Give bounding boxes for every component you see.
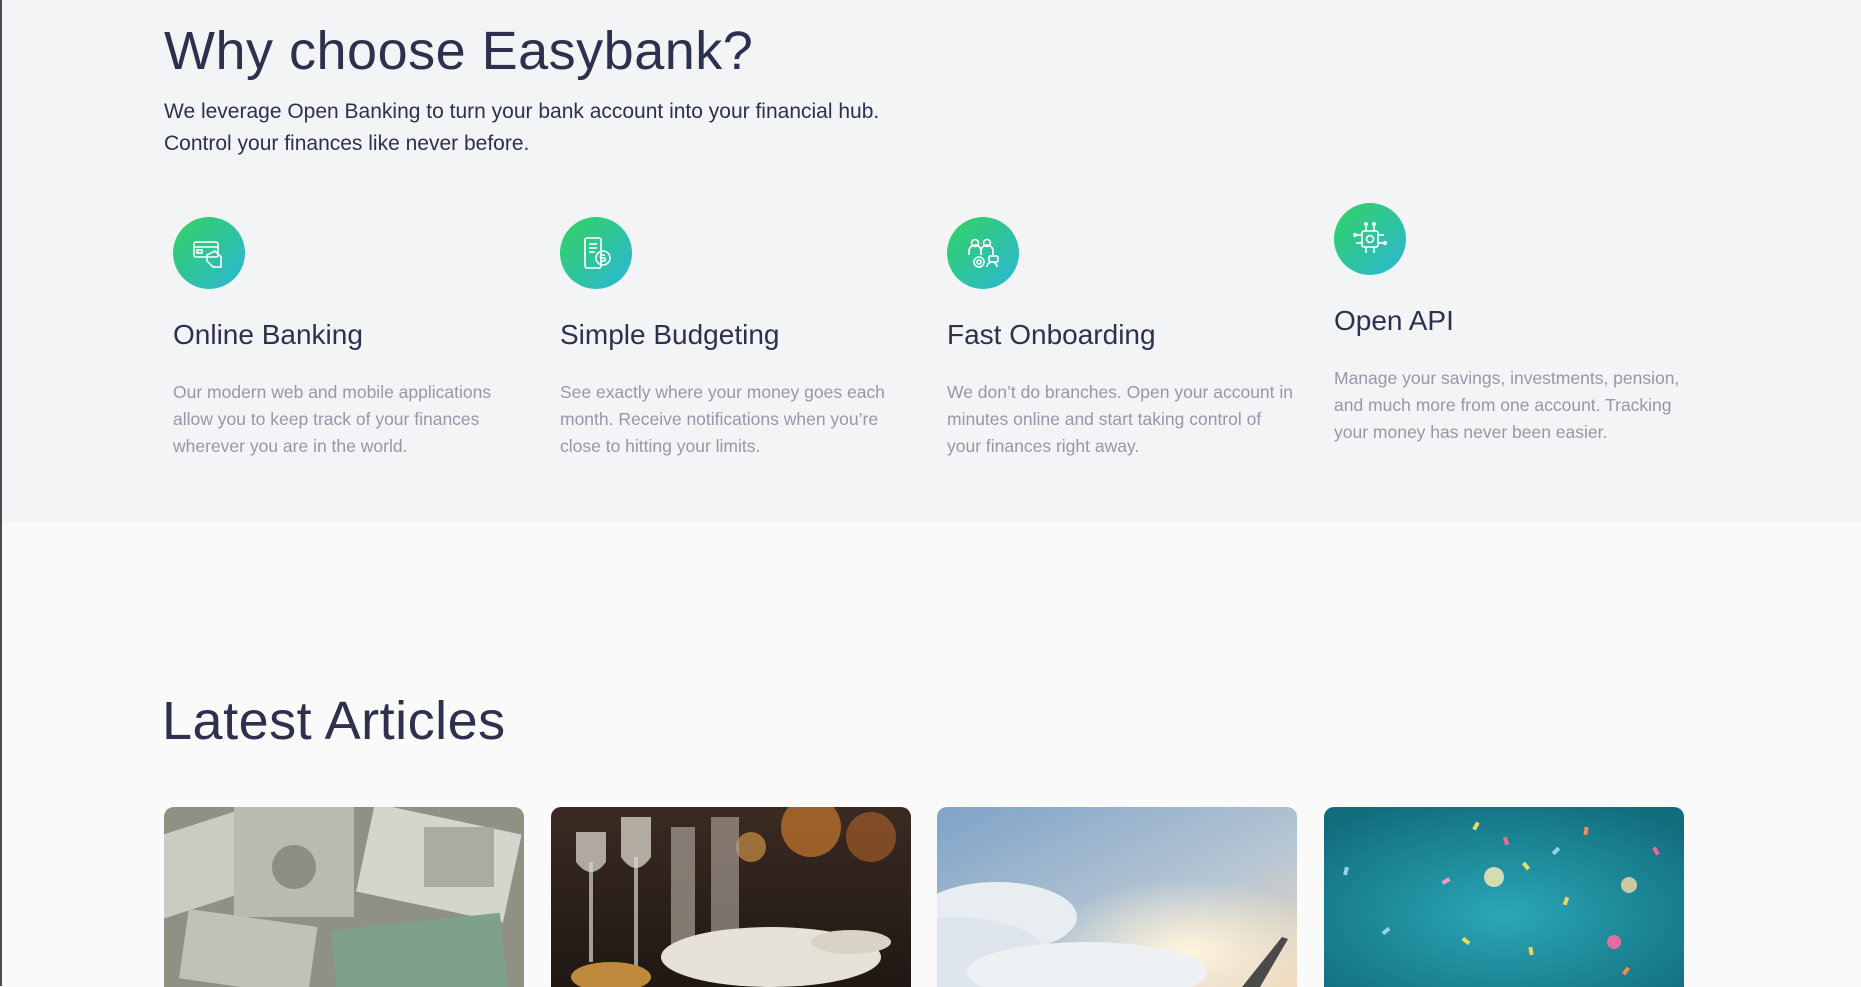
restaurant-image bbox=[551, 807, 911, 987]
article-card-confetti[interactable] bbox=[1324, 807, 1684, 987]
feature-description: Our modern web and mobile applications a… bbox=[173, 382, 492, 456]
currency-image bbox=[164, 807, 524, 987]
feature-description: We don’t do branches. Open your account … bbox=[947, 382, 1294, 456]
feature-title: Online Banking bbox=[173, 319, 363, 350]
fast-onboarding-icon bbox=[947, 217, 1019, 289]
intro-line-2: Control your finances like never before. bbox=[164, 132, 530, 155]
latest-articles-title: Latest Articles bbox=[162, 691, 506, 751]
open-api-icon bbox=[1334, 203, 1406, 275]
online-banking-icon bbox=[173, 217, 245, 289]
simple-budgeting-icon bbox=[560, 217, 632, 289]
feature-description: See exactly where your money goes each m… bbox=[560, 382, 885, 456]
feature-description: Manage your savings, investments, pensio… bbox=[1334, 368, 1680, 442]
feature-open-api: Open API Manage your savings, investment… bbox=[1334, 203, 1694, 446]
feature-title: Open API bbox=[1334, 305, 1454, 336]
intro-line-1: We leverage Open Banking to turn your ba… bbox=[164, 100, 880, 123]
section-intro: We leverage Open Banking to turn your ba… bbox=[164, 96, 964, 160]
article-card-currency[interactable] bbox=[164, 807, 524, 987]
confetti-image bbox=[1324, 807, 1684, 987]
plane-image bbox=[937, 807, 1297, 987]
why-choose-section: Why choose Easybank? We leverage Open Ba… bbox=[2, 0, 1861, 522]
article-card-restaurant[interactable] bbox=[551, 807, 911, 987]
feature-online-banking: Online Banking Our modern web and mobile… bbox=[173, 217, 533, 460]
feature-simple-budgeting: Simple Budgeting See exactly where your … bbox=[560, 217, 920, 460]
feature-title: Simple Budgeting bbox=[560, 319, 780, 350]
section-title: Why choose Easybank? bbox=[164, 21, 754, 81]
feature-title: Fast Onboarding bbox=[947, 319, 1156, 350]
feature-fast-onboarding: Fast Onboarding We don’t do branches. Op… bbox=[947, 217, 1307, 460]
article-card-plane[interactable] bbox=[937, 807, 1297, 987]
